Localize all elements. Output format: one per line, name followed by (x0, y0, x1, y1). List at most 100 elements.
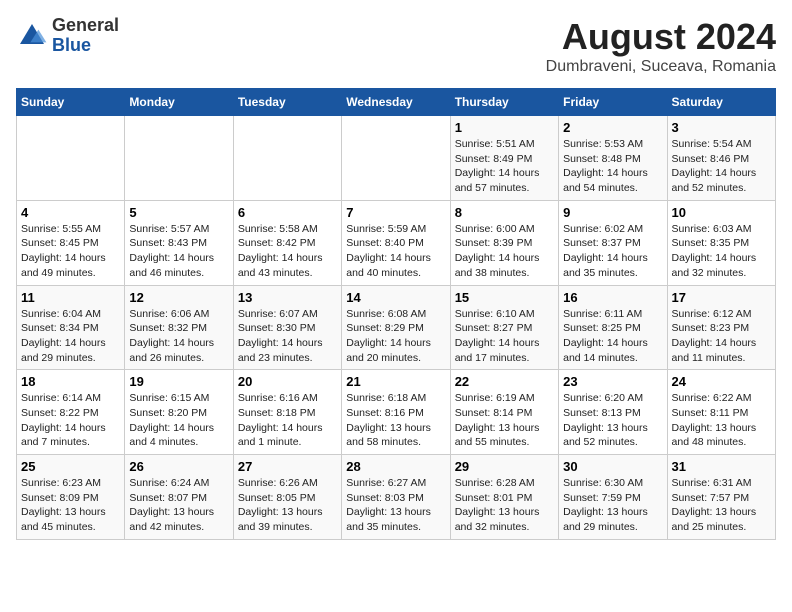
calendar-cell: 24 Sunrise: 6:22 AM Sunset: 8:11 PM Dayli… (667, 370, 775, 455)
day-info: Sunrise: 6:18 AM Sunset: 8:16 PM Dayligh… (346, 391, 445, 450)
day-header-tuesday: Tuesday (233, 89, 341, 116)
day-info: Sunrise: 6:12 AM Sunset: 8:23 PM Dayligh… (672, 307, 771, 366)
day-number: 20 (238, 374, 337, 389)
day-info: Sunrise: 6:15 AM Sunset: 8:20 PM Dayligh… (129, 391, 228, 450)
calendar-cell (125, 116, 233, 201)
calendar-cell: 14Sunrise: 6:08 AM Sunset: 8:29 PM Dayli… (342, 285, 450, 370)
calendar-cell: 21 Sunrise: 6:18 AM Sunset: 8:16 PM Dayli… (342, 370, 450, 455)
day-number: 30 (563, 459, 662, 474)
calendar-cell: 15 Sunrise: 6:10 AM Sunset: 8:27 PM Dayli… (450, 285, 558, 370)
day-number: 8 (455, 205, 554, 220)
day-info: Sunrise: 6:04 AM Sunset: 8:34 PM Dayligh… (21, 307, 120, 366)
calendar-cell: 18 Sunrise: 6:14 AM Sunset: 8:22 PM Dayli… (17, 370, 125, 455)
calendar-cell: 2 Sunrise: 5:53 AM Sunset: 8:48 PM Daylig… (559, 116, 667, 201)
calendar-cell: 17 Sunrise: 6:12 AM Sunset: 8:23 PM Dayli… (667, 285, 775, 370)
day-number: 26 (129, 459, 228, 474)
logo-text: General Blue (52, 16, 119, 56)
day-number: 28 (346, 459, 445, 474)
calendar-cell: 16Sunrise: 6:11 AM Sunset: 8:25 PM Dayli… (559, 285, 667, 370)
calendar-cell: 29 Sunrise: 6:28 AM Sunset: 8:01 PM Dayli… (450, 455, 558, 540)
calendar-week-row: 4 Sunrise: 5:55 AM Sunset: 8:45 PM Daylig… (17, 200, 776, 285)
day-number: 4 (21, 205, 120, 220)
calendar-cell: 13Sunrise: 6:07 AM Sunset: 8:30 PM Dayli… (233, 285, 341, 370)
calendar-cell: 10 Sunrise: 6:03 AM Sunset: 8:35 PM Dayli… (667, 200, 775, 285)
day-number: 11 (21, 290, 120, 305)
day-info: Sunrise: 5:53 AM Sunset: 8:48 PM Dayligh… (563, 137, 662, 196)
day-number: 10 (672, 205, 771, 220)
day-number: 21 (346, 374, 445, 389)
day-info: Sunrise: 6:23 AM Sunset: 8:09 PM Dayligh… (21, 476, 120, 535)
day-info: Sunrise: 6:06 AM Sunset: 8:32 PM Dayligh… (129, 307, 228, 366)
day-info: Sunrise: 6:10 AM Sunset: 8:27 PM Dayligh… (455, 307, 554, 366)
calendar-cell: 26Sunrise: 6:24 AM Sunset: 8:07 PM Dayli… (125, 455, 233, 540)
calendar-cell: 19 Sunrise: 6:15 AM Sunset: 8:20 PM Dayli… (125, 370, 233, 455)
day-number: 24 (672, 374, 771, 389)
day-number: 23 (563, 374, 662, 389)
day-header-thursday: Thursday (450, 89, 558, 116)
calendar-cell: 30 Sunrise: 6:30 AM Sunset: 7:59 PM Dayli… (559, 455, 667, 540)
day-number: 2 (563, 120, 662, 135)
calendar-week-row: 18 Sunrise: 6:14 AM Sunset: 8:22 PM Dayli… (17, 370, 776, 455)
day-info: Sunrise: 6:00 AM Sunset: 8:39 PM Dayligh… (455, 222, 554, 281)
calendar-cell: 25 Sunrise: 6:23 AM Sunset: 8:09 PM Dayli… (17, 455, 125, 540)
day-number: 15 (455, 290, 554, 305)
day-number: 7 (346, 205, 445, 220)
logo-icon (16, 20, 48, 52)
logo-blue-text: Blue (52, 36, 119, 56)
calendar-cell: 3 Sunrise: 5:54 AM Sunset: 8:46 PM Daylig… (667, 116, 775, 201)
calendar-cell: 31 Sunrise: 6:31 AM Sunset: 7:57 PM Dayli… (667, 455, 775, 540)
day-info: Sunrise: 6:27 AM Sunset: 8:03 PM Dayligh… (346, 476, 445, 535)
calendar-week-row: 11 Sunrise: 6:04 AM Sunset: 8:34 PM Dayli… (17, 285, 776, 370)
calendar-cell: 5 Sunrise: 5:57 AM Sunset: 8:43 PM Daylig… (125, 200, 233, 285)
day-info: Sunrise: 6:14 AM Sunset: 8:22 PM Dayligh… (21, 391, 120, 450)
day-number: 17 (672, 290, 771, 305)
day-info: Sunrise: 6:19 AM Sunset: 8:14 PM Dayligh… (455, 391, 554, 450)
day-number: 19 (129, 374, 228, 389)
day-info: Sunrise: 6:22 AM Sunset: 8:11 PM Dayligh… (672, 391, 771, 450)
day-info: Sunrise: 6:30 AM Sunset: 7:59 PM Dayligh… (563, 476, 662, 535)
calendar-cell (233, 116, 341, 201)
day-number: 22 (455, 374, 554, 389)
calendar-cell: 23 Sunrise: 6:20 AM Sunset: 8:13 PM Dayli… (559, 370, 667, 455)
day-info: Sunrise: 5:54 AM Sunset: 8:46 PM Dayligh… (672, 137, 771, 196)
day-info: Sunrise: 6:02 AM Sunset: 8:37 PM Dayligh… (563, 222, 662, 281)
calendar-cell: 4 Sunrise: 5:55 AM Sunset: 8:45 PM Daylig… (17, 200, 125, 285)
day-number: 25 (21, 459, 120, 474)
day-info: Sunrise: 6:07 AM Sunset: 8:30 PM Dayligh… (238, 307, 337, 366)
calendar-cell: 6Sunrise: 5:58 AM Sunset: 8:42 PM Daylig… (233, 200, 341, 285)
day-info: Sunrise: 6:28 AM Sunset: 8:01 PM Dayligh… (455, 476, 554, 535)
day-info: Sunrise: 5:55 AM Sunset: 8:45 PM Dayligh… (21, 222, 120, 281)
day-header-wednesday: Wednesday (342, 89, 450, 116)
day-number: 9 (563, 205, 662, 220)
day-header-sunday: Sunday (17, 89, 125, 116)
day-number: 14 (346, 290, 445, 305)
calendar-table: SundayMondayTuesdayWednesdayThursdayFrid… (16, 88, 776, 540)
day-info: Sunrise: 5:51 AM Sunset: 8:49 PM Dayligh… (455, 137, 554, 196)
day-number: 5 (129, 205, 228, 220)
day-number: 29 (455, 459, 554, 474)
page-header: General Blue August 2024 Dumbraveni, Suc… (16, 16, 776, 76)
day-header-friday: Friday (559, 89, 667, 116)
day-number: 31 (672, 459, 771, 474)
day-info: Sunrise: 6:26 AM Sunset: 8:05 PM Dayligh… (238, 476, 337, 535)
calendar-header-row: SundayMondayTuesdayWednesdayThursdayFrid… (17, 89, 776, 116)
day-info: Sunrise: 6:31 AM Sunset: 7:57 PM Dayligh… (672, 476, 771, 535)
calendar-title: August 2024 (546, 16, 776, 58)
logo: General Blue (16, 16, 119, 56)
day-number: 27 (238, 459, 337, 474)
day-info: Sunrise: 6:20 AM Sunset: 8:13 PM Dayligh… (563, 391, 662, 450)
day-info: Sunrise: 5:59 AM Sunset: 8:40 PM Dayligh… (346, 222, 445, 281)
day-info: Sunrise: 5:58 AM Sunset: 8:42 PM Dayligh… (238, 222, 337, 281)
calendar-cell: 1Sunrise: 5:51 AM Sunset: 8:49 PM Daylig… (450, 116, 558, 201)
day-number: 12 (129, 290, 228, 305)
calendar-cell (17, 116, 125, 201)
day-info: Sunrise: 6:03 AM Sunset: 8:35 PM Dayligh… (672, 222, 771, 281)
logo-general-text: General (52, 16, 119, 36)
calendar-cell: 22 Sunrise: 6:19 AM Sunset: 8:14 PM Dayli… (450, 370, 558, 455)
calendar-week-row: 1Sunrise: 5:51 AM Sunset: 8:49 PM Daylig… (17, 116, 776, 201)
calendar-cell: 27 Sunrise: 6:26 AM Sunset: 8:05 PM Dayli… (233, 455, 341, 540)
day-number: 18 (21, 374, 120, 389)
day-number: 3 (672, 120, 771, 135)
day-info: Sunrise: 5:57 AM Sunset: 8:43 PM Dayligh… (129, 222, 228, 281)
day-header-monday: Monday (125, 89, 233, 116)
